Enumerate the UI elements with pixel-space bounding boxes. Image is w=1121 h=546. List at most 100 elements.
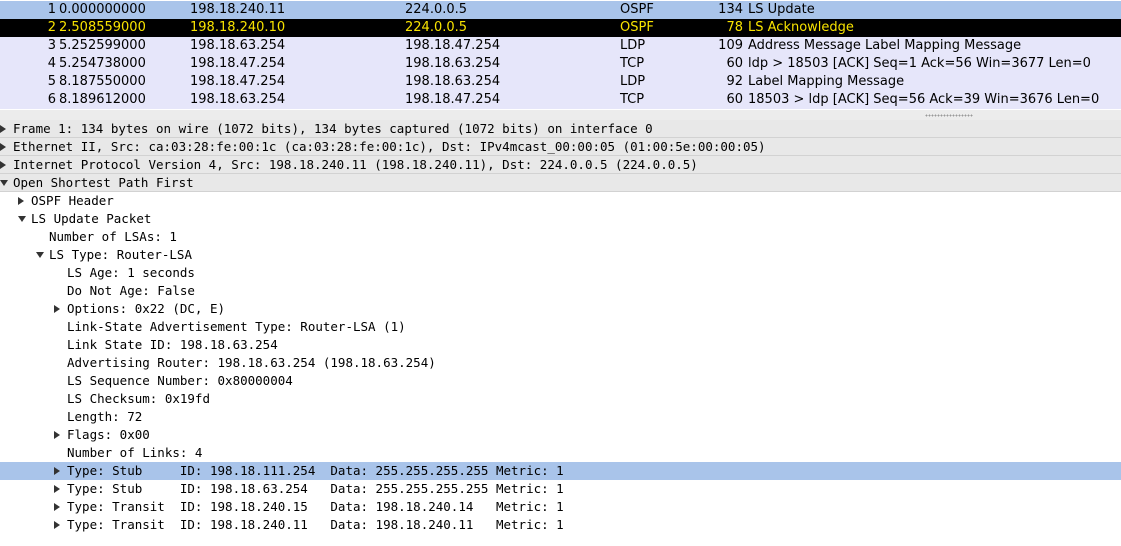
packet-number: 4 [47,56,56,71]
packet-time: 0.000000000 [59,2,146,17]
detail-tree-item[interactable]: LS Checksum: 0x19fd [0,390,1121,408]
expanded-triangle-icon[interactable] [36,252,44,258]
packet-time: 5.252599000 [59,38,146,53]
expanded-triangle-icon[interactable] [18,216,26,222]
collapsed-triangle-icon[interactable] [0,125,6,133]
packet-source: 198.18.240.10 [190,20,286,35]
detail-tree-label: Number of Links: 4 [67,445,203,460]
packet-info: LS Update [748,2,815,17]
detail-tree-label: Type: Transit ID: 198.18.240.11 Data: 19… [67,517,564,532]
packet-row[interactable]: 5 8.187550000 198.18.47.254 198.18.63.254 LD… [0,73,1121,91]
packet-row[interactable]: 3 5.252599000 198.18.63.254 198.18.47.254 LD… [0,37,1121,55]
pane-splitter[interactable] [0,110,1121,120]
detail-tree-label: Open Shortest Path First [13,175,194,190]
detail-tree-label: Do Not Age: False [67,283,195,298]
detail-tree-item[interactable]: Type: Stub ID: 198.18.111.254 Data: 255.… [0,462,1121,480]
detail-tree-label: LS Sequence Number: 0x80000004 [67,373,293,388]
packet-destination: 198.18.47.254 [405,92,501,107]
detail-tree-label: LS Update Packet [31,211,152,226]
packet-length: 60 [726,56,743,71]
detail-tree-label: LS Type: Router-LSA [49,247,192,262]
collapsed-triangle-icon[interactable] [54,467,60,475]
packet-time: 8.187550000 [59,74,146,89]
detail-tree-item[interactable]: Do Not Age: False [0,282,1121,300]
packet-number: 1 [47,2,56,17]
packet-protocol: OSPF [620,2,654,17]
packet-time: 2.508559000 [59,20,146,35]
detail-tree-label: OSPF Header [31,193,114,208]
detail-tree-item[interactable]: Length: 72 [0,408,1121,426]
detail-tree-item[interactable]: Open Shortest Path First [0,174,1121,192]
detail-tree-label: Number of LSAs: 1 [49,229,177,244]
detail-tree-item[interactable]: Link-State Advertisement Type: Router-LS… [0,318,1121,336]
detail-tree-item[interactable]: LS Age: 1 seconds [0,264,1121,282]
packet-length: 109 [718,38,743,53]
detail-tree-label: LS Checksum: 0x19fd [67,391,210,406]
packet-length: 60 [726,92,743,107]
packet-destination: 198.18.47.254 [405,38,501,53]
detail-tree-label: Type: Stub ID: 198.18.111.254 Data: 255.… [67,463,564,478]
packet-info: LS Acknowledge [748,20,854,35]
expanded-triangle-icon[interactable] [0,180,8,186]
detail-tree-item[interactable]: LS Update Packet [0,210,1121,228]
packet-source: 198.18.47.254 [190,56,286,71]
packet-info: Label Mapping Message [748,74,905,89]
detail-tree-item[interactable]: Frame 1: 134 bytes on wire (1072 bits), … [0,120,1121,138]
detail-tree-label: Ethernet II, Src: ca:03:28:fe:00:1c (ca:… [13,139,766,154]
packet-time: 8.189612000 [59,92,146,107]
detail-tree-item[interactable]: Number of Links: 4 [0,444,1121,462]
packet-list[interactable]: 1 0.000000000 198.18.240.11 224.0.0.5 OSPF 13… [0,0,1121,110]
packet-source: 198.18.63.254 [190,92,286,107]
detail-tree-item[interactable]: Options: 0x22 (DC, E) [0,300,1121,318]
detail-tree-label: Length: 72 [67,409,143,424]
detail-tree-item[interactable]: Advertising Router: 198.18.63.254 (198.1… [0,354,1121,372]
packet-row[interactable]: 4 5.254738000 198.18.47.254 198.18.63.254 TC… [0,55,1121,73]
packet-info: ldp > 18503 [ACK] Seq=1 Ack=56 Win=3677 … [748,56,1091,71]
packet-row[interactable]: 1 0.000000000 198.18.240.11 224.0.0.5 OSPF 13… [0,1,1121,19]
packet-destination: 198.18.63.254 [405,56,501,71]
detail-tree-item[interactable]: LS Sequence Number: 0x80000004 [0,372,1121,390]
detail-tree-item[interactable]: Link State ID: 198.18.63.254 [0,336,1121,354]
packet-number: 6 [47,92,56,107]
detail-tree-label: Advertising Router: 198.18.63.254 (198.1… [67,355,436,370]
detail-tree-label: Options: 0x22 (DC, E) [67,301,226,316]
collapsed-triangle-icon[interactable] [54,431,60,439]
collapsed-triangle-icon[interactable] [54,503,60,511]
packet-protocol: LDP [620,38,646,53]
detail-tree-item[interactable]: Flags: 0x00 [0,426,1121,444]
collapsed-triangle-icon[interactable] [54,305,60,313]
detail-tree-item[interactable]: Internet Protocol Version 4, Src: 198.18… [0,156,1121,174]
detail-tree-item[interactable]: OSPF Header [0,192,1121,210]
detail-tree-label: Frame 1: 134 bytes on wire (1072 bits), … [13,121,653,136]
detail-tree-item[interactable]: Number of LSAs: 1 [0,228,1121,246]
collapsed-triangle-icon[interactable] [0,143,6,151]
packet-source: 198.18.47.254 [190,74,286,89]
packet-number: 5 [47,74,56,89]
detail-tree-item[interactable]: LS Type: Router-LSA [0,246,1121,264]
detail-tree-label: Link-State Advertisement Type: Router-LS… [67,319,406,334]
collapsed-triangle-icon[interactable] [54,485,60,493]
detail-tree-item[interactable]: Type: Stub ID: 198.18.63.254 Data: 255.2… [0,480,1121,498]
packet-row[interactable]: 6 8.189612000 198.18.63.254 198.18.47.254 TC… [0,91,1121,109]
packet-row[interactable]: 2 2.508559000 198.18.240.10 224.0.0.5 OSPF 78… [0,19,1121,37]
packet-info: Address Message Label Mapping Message [748,38,1022,53]
packet-info: 18503 > ldp [ACK] Seq=56 Ack=39 Win=3676… [748,92,1100,107]
detail-tree-item[interactable]: Type: Transit ID: 198.18.240.15 Data: 19… [0,498,1121,516]
packet-details-tree[interactable]: Frame 1: 134 bytes on wire (1072 bits), … [0,120,1121,546]
splitter-grip-icon[interactable] [925,114,973,117]
detail-tree-label: Type: Stub ID: 198.18.63.254 Data: 255.2… [67,481,564,496]
packet-destination: 198.18.63.254 [405,74,501,89]
packet-length: 78 [726,20,743,35]
detail-tree-label: LS Age: 1 seconds [67,265,195,280]
detail-tree-item[interactable]: Ethernet II, Src: ca:03:28:fe:00:1c (ca:… [0,138,1121,156]
packet-time: 5.254738000 [59,56,146,71]
packet-length: 92 [726,74,743,89]
packet-number: 3 [47,38,56,53]
detail-tree-item[interactable]: Type: Transit ID: 198.18.240.11 Data: 19… [0,516,1121,534]
collapsed-triangle-icon[interactable] [0,161,6,169]
packet-length: 134 [718,2,743,17]
detail-tree-label: Internet Protocol Version 4, Src: 198.18… [13,157,698,172]
collapsed-triangle-icon[interactable] [18,197,24,205]
collapsed-triangle-icon[interactable] [54,521,60,529]
packet-source: 198.18.63.254 [190,38,286,53]
